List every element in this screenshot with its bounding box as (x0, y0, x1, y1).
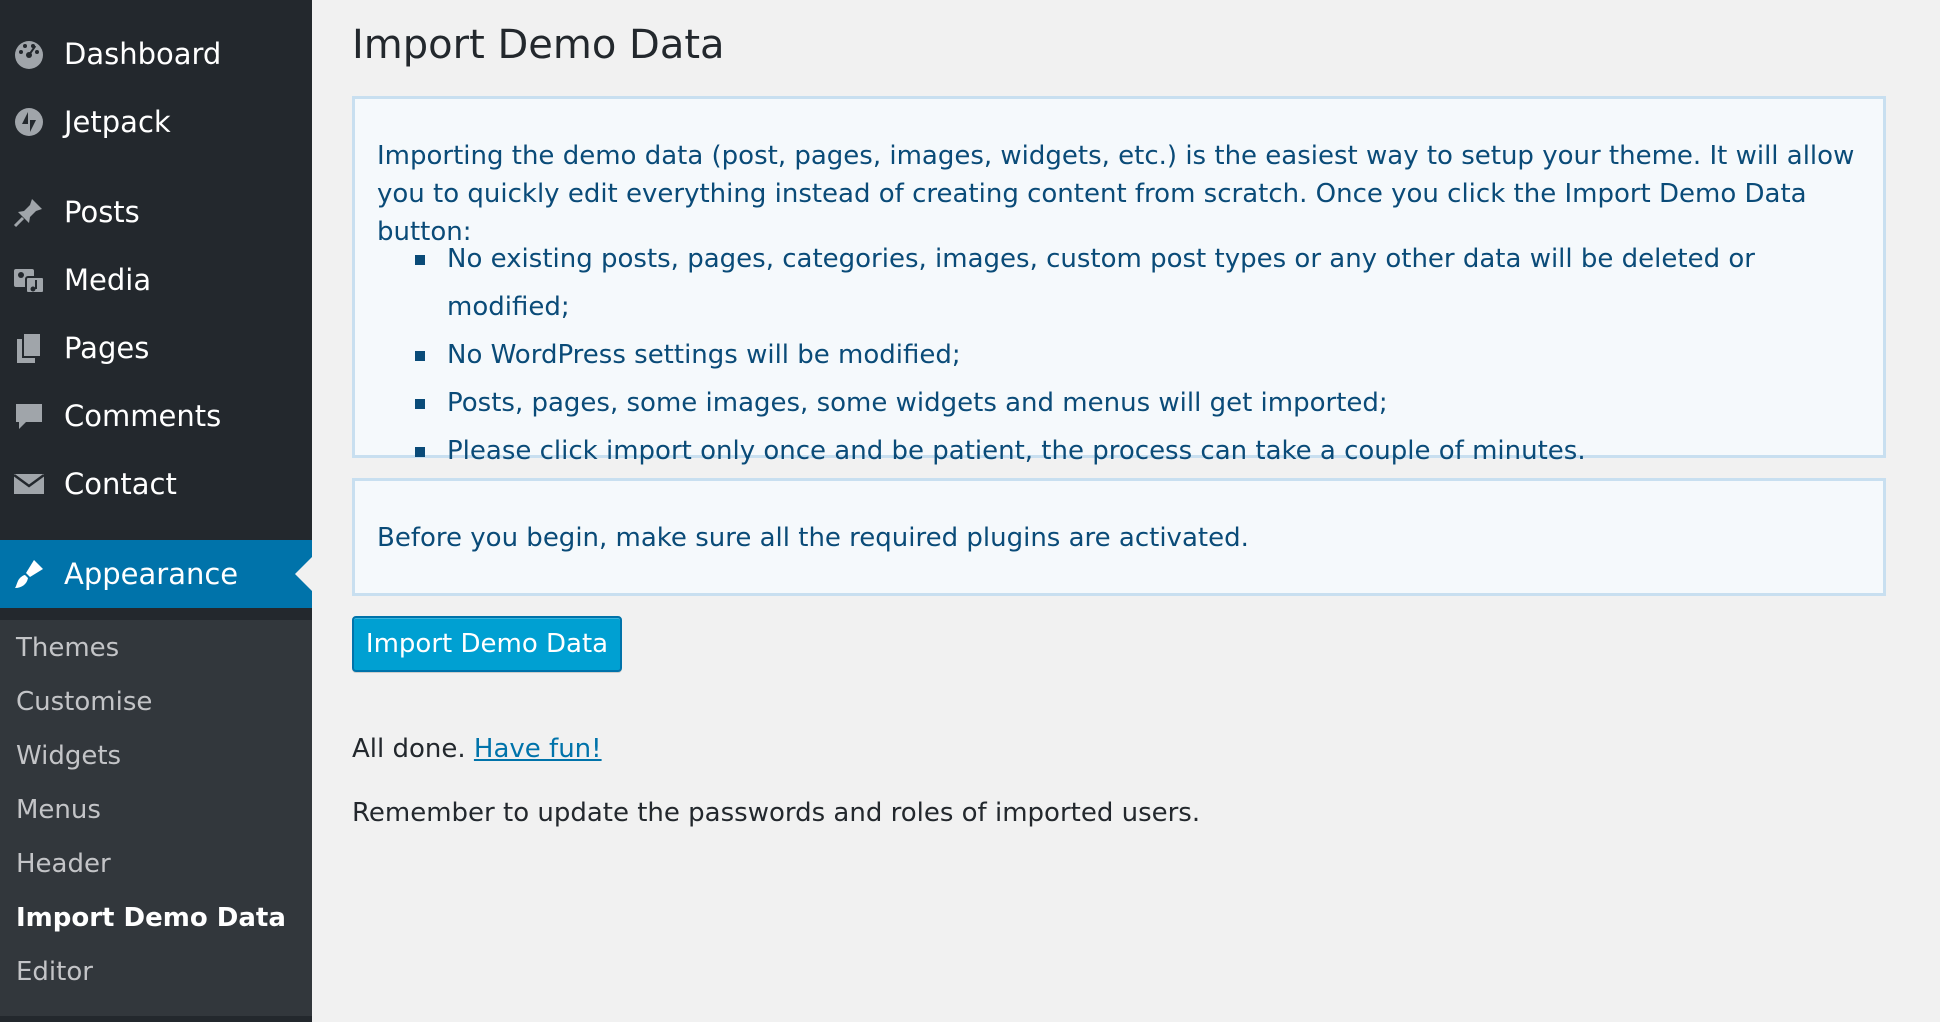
menu-label: Jetpack (64, 105, 171, 139)
submenu-item-customise[interactable]: Customise (16, 682, 152, 722)
plugins-notice-text: Before you begin, make sure all the requ… (377, 523, 1249, 553)
plugins-notice: Before you begin, make sure all the requ… (352, 478, 1886, 596)
remember-message: Remember to update the passwords and rol… (352, 798, 1201, 828)
menu-item-posts[interactable]: Posts (0, 178, 312, 246)
sidebar-bottom-edge (0, 1016, 312, 1022)
notice-bullet-list: No existing posts, pages, categories, im… (415, 235, 1883, 475)
menu-item-contact[interactable]: Contact (0, 450, 312, 518)
admin-sidebar: Dashboard Jetpack Posts Media Pages Comm… (0, 0, 312, 1022)
menu-label: Posts (64, 195, 140, 229)
pages-icon (12, 331, 46, 365)
submenu-item-header[interactable]: Header (16, 844, 111, 884)
submenu-item-themes[interactable]: Themes (16, 628, 119, 668)
menu-item-media[interactable]: Media (0, 246, 312, 314)
done-text: All done. (352, 734, 466, 764)
menu-item-jetpack[interactable]: Jetpack (0, 88, 312, 156)
menu-label: Comments (64, 399, 222, 433)
jetpack-icon (12, 105, 46, 139)
submenu-item-menus[interactable]: Menus (16, 790, 101, 830)
list-item: No WordPress settings will be modified; (415, 331, 1883, 379)
comment-icon (12, 399, 46, 433)
list-item: No existing posts, pages, categories, im… (415, 235, 1883, 331)
dashboard-icon (12, 37, 46, 71)
appearance-submenu: Themes Customise Widgets Menus Header Im… (0, 620, 312, 1022)
menu-label: Dashboard (64, 37, 222, 71)
have-fun-link[interactable]: Have fun! (474, 734, 602, 764)
menu-label: Appearance (64, 557, 239, 591)
submenu-item-import-demo-data[interactable]: Import Demo Data (16, 898, 286, 938)
notice-intro-text: Importing the demo data (post, pages, im… (377, 141, 1855, 247)
submenu-item-editor[interactable]: Editor (16, 952, 93, 992)
pin-icon (12, 195, 46, 229)
menu-label: Media (64, 263, 152, 297)
info-notice: Importing the demo data (post, pages, im… (352, 96, 1886, 466)
list-item: Please click import only once and be pat… (415, 427, 1883, 475)
envelope-icon (12, 467, 46, 501)
submenu-item-widgets[interactable]: Widgets (16, 736, 121, 776)
page-title: Import Demo Data (352, 22, 725, 68)
done-message: All done. Have fun! (352, 734, 602, 764)
menu-item-comments[interactable]: Comments (0, 382, 312, 450)
menu-label: Contact (64, 467, 177, 501)
import-demo-data-button[interactable]: Import Demo Data (352, 616, 622, 672)
menu-item-appearance[interactable]: Appearance (0, 540, 312, 608)
menu-label: Pages (64, 331, 150, 365)
menu-item-pages[interactable]: Pages (0, 314, 312, 382)
media-icon (12, 263, 46, 297)
paintbrush-icon (12, 557, 46, 591)
list-item: Posts, pages, some images, some widgets … (415, 379, 1883, 427)
menu-item-dashboard[interactable]: Dashboard (0, 20, 312, 88)
